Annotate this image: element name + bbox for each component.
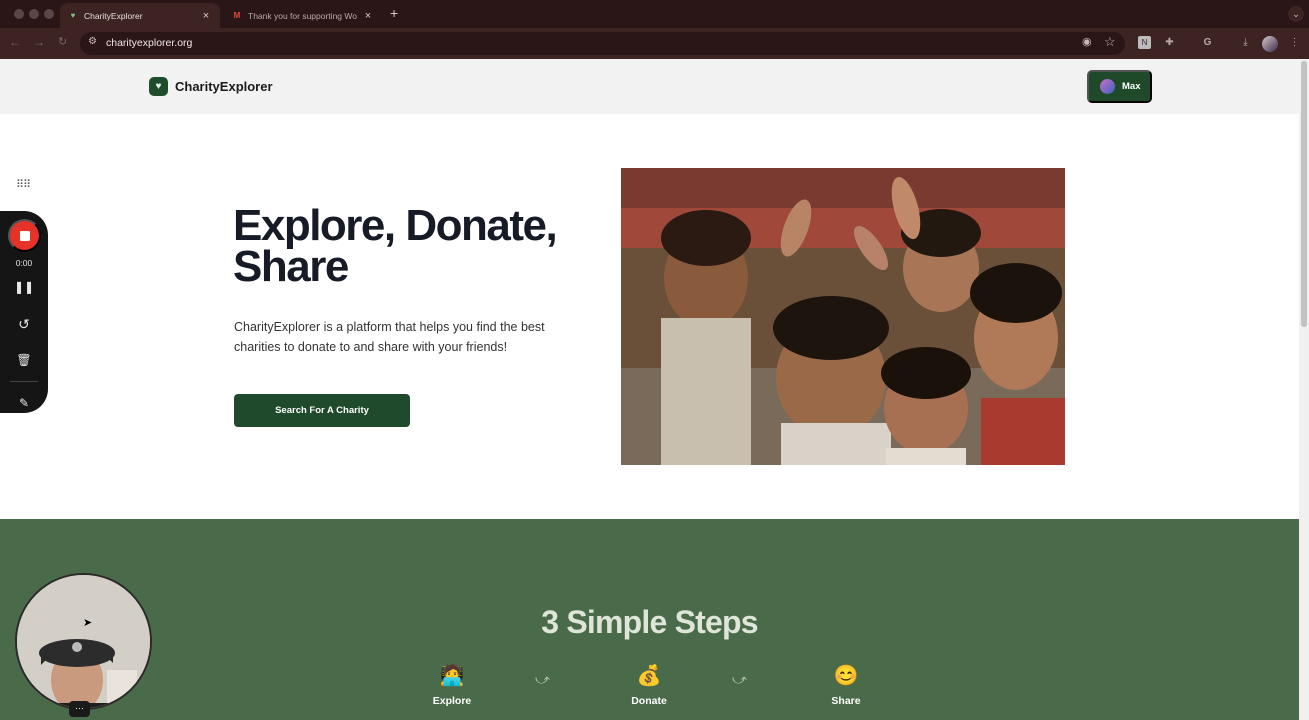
heart-favicon-icon: ♥ (70, 11, 76, 20)
hero-title: Explore, Donate, Share (233, 201, 558, 291)
mouse-cursor-icon: ➤ (83, 617, 93, 629)
steps-title: 3 Simple Steps (541, 604, 758, 640)
new-tab-icon[interactable]: + (390, 5, 398, 21)
close-tab-icon[interactable]: × (200, 10, 212, 22)
address-bar[interactable]: ⚙ charityexplorer.org ◉ ☆ (80, 32, 1125, 55)
extensions-puzzle-icon[interactable]: ✚ (1163, 36, 1176, 49)
site-logo[interactable]: ♥ CharityExplorer (149, 77, 273, 96)
browser-tab-bar: ♥ CharityExplorer × M Thank you for supp… (0, 0, 1309, 28)
more-menu-icon[interactable]: ⋮ (1288, 36, 1301, 49)
trash-icon[interactable]: 🗑 (0, 353, 48, 367)
step-label: Explore (432, 695, 472, 707)
profile-avatar-icon[interactable] (1262, 36, 1278, 52)
webcam-bubble[interactable] (15, 573, 152, 710)
page-scrollbar[interactable] (1299, 59, 1309, 720)
browser-toolbar: ← → ↻ ⚙ charityexplorer.org ◉ ☆ N ✚ G ⤓ … (0, 28, 1309, 59)
steps-section: 3 Simple Steps 🧑‍💻 Explore ⤻ 💰 Donate ⤻ … (0, 519, 1299, 720)
webcam-options-button[interactable]: ⋯ (69, 701, 90, 717)
user-menu-button[interactable]: Max (1087, 70, 1152, 103)
forward-arrow-icon[interactable]: → (33, 35, 45, 49)
step-label: Share (831, 695, 861, 707)
step-donate: 💰 Donate (604, 662, 694, 707)
curved-arrow-icon: ⤻ (732, 671, 747, 687)
back-arrow-icon[interactable]: ← (9, 35, 21, 49)
divider (10, 381, 38, 382)
close-window-button[interactable] (14, 9, 24, 19)
stop-recording-button[interactable] (8, 219, 41, 252)
restart-icon[interactable]: ↺ (0, 316, 48, 333)
heart-logo-icon: ♥ (149, 77, 168, 96)
technologist-emoji-icon: 🧑‍💻 (439, 665, 465, 687)
close-tab-icon[interactable]: × (362, 10, 374, 22)
step-share: 😊 Share (801, 662, 891, 707)
zoom-window-button[interactable] (44, 9, 54, 19)
hero-description: CharityExplorer is a platform that helps… (234, 320, 545, 354)
tab-title: CharityExplorer (84, 10, 143, 21)
download-icon[interactable]: ⤓ (1239, 36, 1252, 49)
recording-timer: 0:00 (15, 258, 33, 268)
smiling-face-emoji-icon: 😊 (833, 665, 859, 687)
scrollbar-thumb[interactable] (1301, 61, 1307, 327)
drag-grip-icon[interactable]: ⠿⠿ (16, 178, 31, 191)
hero-image-children (621, 168, 1065, 465)
tab-search-chevron-icon[interactable]: ⌄ (1288, 6, 1304, 22)
tab-charityexplorer[interactable]: ♥ CharityExplorer × (60, 3, 220, 28)
google-icon[interactable]: G (1201, 36, 1214, 49)
reload-icon[interactable]: ↻ (58, 35, 67, 48)
url-text[interactable]: charityexplorer.org (106, 37, 192, 49)
money-bag-emoji-icon: 💰 (636, 665, 662, 687)
extension-notion-icon[interactable]: N (1138, 36, 1151, 49)
user-name: Max (1122, 81, 1141, 92)
screen-recorder-panel: 0:00 ❚❚ ↺ 🗑 ✎ (0, 211, 48, 413)
gmail-favicon-icon: M (233, 11, 241, 20)
step-explore: 🧑‍💻 Explore (407, 662, 497, 707)
minimize-window-button[interactable] (29, 9, 39, 19)
tab-title: Thank you for supporting Wo (248, 10, 357, 21)
pause-icon[interactable]: ❚❚ (0, 280, 48, 294)
site-info-icon[interactable]: ⚙ (88, 36, 97, 47)
tab-gmail[interactable]: M Thank you for supporting Wo × (224, 3, 382, 28)
pencil-icon[interactable]: ✎ (0, 396, 48, 410)
search-charity-button[interactable]: Search For A Charity (234, 394, 410, 427)
bookmark-star-icon[interactable]: ☆ (1104, 34, 1116, 50)
curved-arrow-icon: ⤻ (535, 671, 550, 687)
brand-name: CharityExplorer (175, 79, 273, 94)
site-header: ♥ CharityExplorer Max (0, 59, 1299, 114)
step-label: Donate (631, 695, 667, 707)
stop-icon (19, 230, 30, 241)
user-avatar (1100, 79, 1115, 94)
tracking-eye-icon[interactable]: ◉ (1082, 35, 1092, 48)
